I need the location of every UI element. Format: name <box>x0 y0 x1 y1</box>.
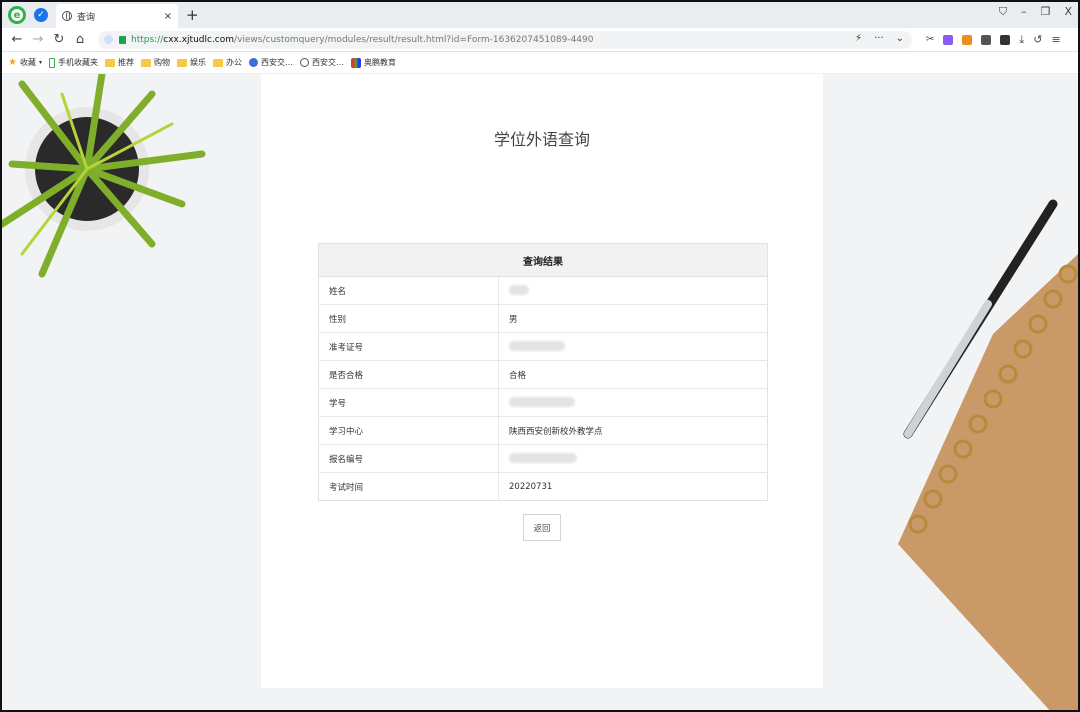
url-path: /views/customquery/modules/result/result… <box>234 34 594 45</box>
chevron-down-icon[interactable]: ⌄ <box>896 33 904 44</box>
back-button[interactable]: 返回 <box>523 514 561 541</box>
row-key: 报名编号 <box>318 444 499 473</box>
address-toolbar: ← → ↻ ⌂ https:// cxx.xjtudlc.com /views/… <box>2 28 1078 52</box>
bookmark-favorites[interactable]: ★ 收藏 ▾ <box>8 57 42 68</box>
row-value <box>498 444 768 473</box>
bookmark-open-edu[interactable]: 奥鹏教育 <box>350 57 396 68</box>
tab-active[interactable]: 查询 × <box>56 4 178 28</box>
row-key: 学习中心 <box>318 416 499 445</box>
row-value <box>498 276 768 305</box>
table-row: 性别男 <box>318 304 768 333</box>
home-icon[interactable]: ⌂ <box>74 32 86 47</box>
extension-purple-icon[interactable] <box>943 34 954 45</box>
table-header: 查询结果 <box>318 243 768 277</box>
extension-reader-icon[interactable] <box>981 34 992 45</box>
row-value: 合格 <box>498 360 768 389</box>
table-row: 学号 <box>318 388 768 417</box>
globe-icon <box>299 58 309 67</box>
page-title: 学位外语查询 <box>493 130 590 149</box>
query-card: 学位外语查询 查询结果 姓名 性别男准考证号 是否合格 合格 学号 学习中心 陕西西安创新校… <box>261 74 823 688</box>
row-value: 男 <box>498 304 768 333</box>
tab-title: 查询 <box>77 12 96 23</box>
table-header-row: 查询结果 <box>318 243 768 277</box>
window-controls: ⛉ – ❐ X <box>999 5 1072 19</box>
url-host: cxx.xjtudlc.com <box>163 34 235 45</box>
masked-value <box>509 397 575 408</box>
table-row: 学习中心 陕西西安创新校外教学点 <box>318 416 768 445</box>
row-value: 20220731 <box>498 472 768 501</box>
reload-icon[interactable]: ↻ <box>53 32 65 47</box>
table-row: 姓名 <box>318 276 768 305</box>
shield-icon[interactable]: ✓ <box>34 8 48 22</box>
row-key: 是否合格 <box>318 360 499 389</box>
bookmark-entertainment[interactable]: 娱乐 <box>176 57 206 68</box>
row-key: 准考证号 <box>318 332 499 361</box>
bookmark-office[interactable]: 办公 <box>212 57 242 68</box>
table-row: 报名编号 <box>318 444 768 473</box>
lightning-icon[interactable]: ⚡ <box>855 33 862 44</box>
undo-icon[interactable]: ↺ <box>1033 33 1042 46</box>
masked-value <box>509 453 577 464</box>
skin-icon[interactable]: ⛉ <box>999 5 1007 19</box>
bookmark-recommend[interactable]: 推荐 <box>104 57 134 68</box>
bookmarks-bar: ★ 收藏 ▾ 手机收藏夹 推荐 购物 娱乐 办公 西安交… 西安交… 奥鹏教育 <box>2 52 1078 74</box>
masked-value <box>509 341 565 352</box>
tab-bar: e ✓ 查询 × + ⛉ – ❐ X <box>2 2 1078 28</box>
menu-icon[interactable]: ≡ <box>1051 33 1060 46</box>
extension-icons: ✂ ⤓ ↺ ≡ <box>926 33 1061 47</box>
extension-orange-icon[interactable] <box>962 34 973 45</box>
url-actions: ⚡ ··· ⌄ <box>855 33 904 44</box>
table-row: 准考证号 <box>318 332 768 361</box>
bookmark-shopping[interactable]: 购物 <box>140 57 170 68</box>
page-content: 学位外语查询 查询结果 姓名 性别男准考证号 是否合格 合格 学号 学习中心 陕西西安创新校… <box>2 74 1078 710</box>
browser-logo-icon[interactable]: e <box>8 6 26 24</box>
row-key: 考试时间 <box>318 472 499 501</box>
notebook-decoration <box>898 199 1078 710</box>
plant-decoration <box>2 74 206 278</box>
globe-icon <box>62 11 72 21</box>
bookmark-xjtu-2[interactable]: 西安交… <box>299 57 344 68</box>
download-icon[interactable]: ⤓ <box>1019 33 1024 47</box>
folder-icon <box>104 58 115 67</box>
multicolor-icon <box>350 57 361 68</box>
more-icon[interactable]: ··· <box>874 33 884 44</box>
masked-value <box>509 285 529 296</box>
close-window-button[interactable]: X <box>1064 5 1072 19</box>
folder-icon <box>212 58 223 67</box>
browser-window: e ✓ 查询 × + ⛉ – ❐ X ← → ↻ ⌂ https:// cxx.… <box>0 0 1080 712</box>
tab-close-icon[interactable]: × <box>164 11 172 22</box>
restore-button[interactable]: ❐ <box>1041 5 1051 19</box>
table-row: 考试时间 20220731 <box>318 472 768 501</box>
back-arrow-icon[interactable]: ← <box>11 32 23 47</box>
table-row: 是否合格 合格 <box>318 360 768 389</box>
bookmark-mobile[interactable]: 手机收藏夹 <box>48 57 98 68</box>
row-key: 姓名 <box>318 276 499 305</box>
apps-grid-icon[interactable] <box>1000 34 1011 45</box>
site-icon <box>248 58 258 67</box>
row-value <box>498 388 768 417</box>
url-input[interactable]: https:// cxx.xjtudlc.com /views/customqu… <box>98 30 912 49</box>
url-scheme: https:// <box>131 34 164 45</box>
new-tab-button[interactable]: + <box>186 6 199 24</box>
folder-icon <box>176 58 187 67</box>
folder-icon <box>140 58 151 67</box>
row-value <box>498 332 768 361</box>
site-info-icon[interactable] <box>104 35 113 44</box>
scissors-icon[interactable]: ✂ <box>926 34 934 45</box>
row-value: 陕西西安创新校外教学点 <box>498 416 768 445</box>
minimize-button[interactable]: – <box>1021 5 1027 19</box>
lock-icon[interactable] <box>119 35 126 44</box>
forward-arrow-icon[interactable]: → <box>32 32 44 47</box>
row-key: 学号 <box>318 388 499 417</box>
result-body: 姓名 性别男准考证号 是否合格 合格 学号 学习中心 陕西西安创新校外教学点 报名编号 考试时间… <box>318 276 768 501</box>
bookmark-xjtu-1[interactable]: 西安交… <box>248 57 293 68</box>
phone-icon <box>48 57 55 68</box>
row-key: 性别 <box>318 304 499 333</box>
result-table: 查询结果 姓名 性别男准考证号 是否合格 合格 学号 学习中心 陕西西安创新校外教学点 报名编… <box>318 243 768 501</box>
star-icon: ★ <box>8 57 17 68</box>
